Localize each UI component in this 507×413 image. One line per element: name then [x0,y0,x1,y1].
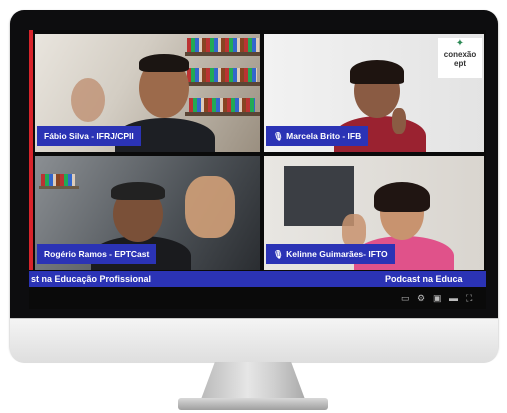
fullscreen-icon[interactable]: ⛶ [466,293,472,304]
books [187,68,257,82]
logo-line-1: conexão [443,50,477,59]
participant-name-tag: Fábio Silva - IFRJ/CPII [37,126,141,146]
person-hair [374,182,430,212]
participant-name: Kelinne Guimarães- IFTO [286,249,388,259]
bookshelf [185,112,260,116]
participant-name-tag: 🎙︎ Marcela Brito - IFB [266,126,369,146]
video-tile-kelinne[interactable]: 🎙︎ Kelinne Guimarães- IFTO [264,156,484,270]
settings-icon[interactable]: ⚙ [417,293,425,304]
logo-line-2: ept [454,59,466,68]
participant-name: Rogério Ramos - EPTCast [44,249,150,259]
accent-edge [29,30,33,270]
conexao-ept-logo: ✦ conexão ept [438,38,482,78]
monitor-chin [10,318,498,363]
theater-icon[interactable]: ▬ [449,293,458,303]
ticker-text-right: Podcast na Educa [385,274,463,284]
person-hair [139,54,189,72]
monitor-stand-foot [178,398,328,410]
player-controls: ▭ ⚙ ▣ ▬ ⛶ [29,287,486,309]
bookshelf [39,186,79,189]
captions-icon[interactable]: ▭ [401,293,410,304]
muted-mic-icon: 🎙︎ [273,132,284,141]
books [189,98,255,112]
video-tile-marcela[interactable]: ✦ conexão ept 🎙︎ Marcela Brito - IFB [264,34,484,152]
participant-name: Fábio Silva - IFRJ/CPII [44,131,134,141]
ticker-text-left: st na Educação Profissional [31,274,152,284]
person-hair [350,60,404,84]
video-tile-rogerio[interactable]: Rogério Ramos - EPTCast [35,156,260,270]
waving-hand [71,78,105,122]
monitor-stand-neck [200,362,306,402]
bookshelf [185,52,260,56]
video-tile-fabio[interactable]: Fábio Silva - IFRJ/CPII [35,34,260,152]
books [187,38,259,52]
participant-name-tag: 🎙︎ Kelinne Guimarães- IFTO [266,244,395,264]
praying-hands [392,108,406,134]
background-frame [284,166,354,226]
participant-name: Marcela Brito - IFB [286,131,362,141]
logo-mark-icon: ✦ [455,38,465,49]
participant-name-tag: Rogério Ramos - EPTCast [37,244,157,264]
waving-hand [342,214,366,248]
waving-hand [185,176,235,238]
bookshelf [185,82,260,86]
muted-mic-icon: 🎙︎ [273,250,284,259]
news-ticker: st na Educação Profissional Podcast na E… [29,271,486,287]
video-call-screen: Fábio Silva - IFRJ/CPII ✦ conexão ept 🎙︎… [29,30,486,309]
headphones [111,182,165,200]
miniplayer-icon[interactable]: ▣ [433,293,442,304]
books [41,174,75,186]
